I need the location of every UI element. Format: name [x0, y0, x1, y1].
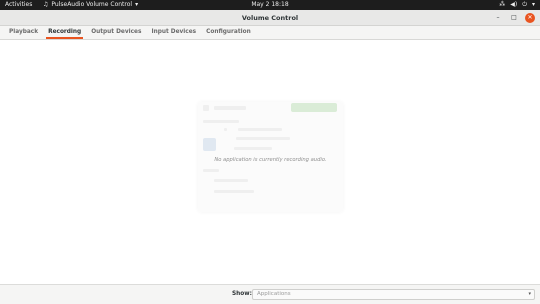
- system-top-bar: Activities ♫ PulseAudio Volume Control ▾…: [0, 0, 540, 10]
- tab-bar: Playback Recording Output Devices Input …: [0, 26, 540, 40]
- ghost-row: [214, 106, 246, 110]
- ghost-row: [203, 169, 219, 172]
- maximize-button[interactable]: □: [509, 13, 519, 23]
- chevron-down-icon: ▾: [531, 1, 535, 8]
- chevron-down-icon: ▾: [528, 291, 531, 297]
- ghost-row: [238, 128, 282, 131]
- bottom-bar: Show: Applications ▾: [0, 284, 540, 304]
- recording-panel: No application is currently recording au…: [0, 40, 540, 284]
- window-title: Volume Control: [241, 14, 299, 22]
- system-tray[interactable]: ⁂ ◀) ⏻ ▾: [499, 0, 535, 10]
- ghost-row: [224, 128, 227, 131]
- ghost-row: [214, 179, 248, 182]
- close-button[interactable]: ✕: [525, 13, 535, 23]
- ghost-row: [236, 137, 290, 140]
- tab-recording[interactable]: Recording: [43, 26, 86, 39]
- tab-input-devices[interactable]: Input Devices: [146, 26, 201, 39]
- ghost-icon: [203, 138, 216, 151]
- ghost-row: [203, 105, 209, 111]
- tab-configuration[interactable]: Configuration: [201, 26, 256, 39]
- ghost-row: [234, 147, 272, 150]
- power-icon: ⏻: [522, 1, 527, 8]
- minimize-button[interactable]: –: [493, 13, 503, 23]
- window-controls: – □ ✕: [493, 13, 535, 23]
- window-titlebar[interactable]: Volume Control – □ ✕: [0, 10, 540, 26]
- tab-output-devices[interactable]: Output Devices: [86, 26, 146, 39]
- empty-state-message: No application is currently recording au…: [214, 157, 327, 163]
- volume-icon: ◀): [510, 1, 518, 8]
- show-dropdown[interactable]: Applications ▾: [252, 289, 535, 300]
- ghost-row: [203, 120, 239, 123]
- clock[interactable]: May 2 18:18: [0, 0, 540, 10]
- show-label: Show:: [232, 291, 252, 297]
- network-icon: ⁂: [499, 1, 506, 8]
- tab-playback[interactable]: Playback: [4, 26, 43, 39]
- show-dropdown-value: Applications: [257, 291, 291, 297]
- ghost-row: [214, 190, 254, 193]
- ghost-button: [291, 103, 337, 112]
